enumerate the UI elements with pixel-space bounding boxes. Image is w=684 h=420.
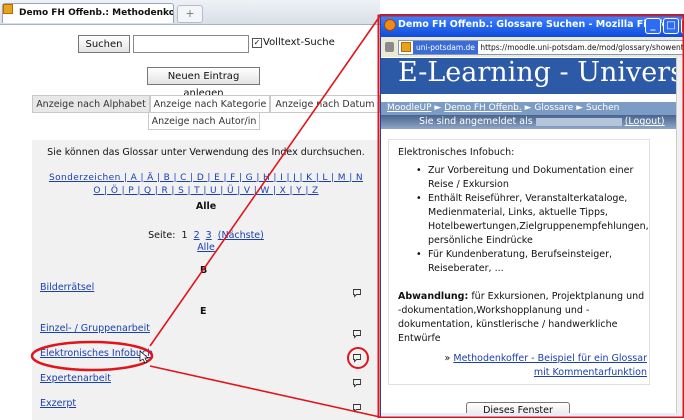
pages-label: Seite: [148,230,176,241]
next-page-link[interactable]: (Nächste) [218,230,264,241]
firefox-icon [384,19,396,31]
breadcrumb-home[interactable]: MoodleUP [387,103,432,113]
comment-icon[interactable] [352,288,362,298]
all-letters-current: Alle [195,201,217,212]
variation-paragraph: Abwandlung: für Exkursionen, Projektplan… [398,290,648,346]
breadcrumb-search: Suchen [586,103,620,113]
fulltext-checkbox[interactable]: ✓ [252,38,262,48]
url-domain-badge: uni-potsdam.de [413,41,478,54]
popup-bottom-edge [381,413,684,418]
letter-links-1[interactable]: Sonderzeichen | A | Ä | B | C | D | E | … [49,173,363,183]
letter-index-row-2[interactable]: O | Ö | P | Q | R | S | T | U | Ü | V | … [32,186,380,196]
login-prefix: Sie sind angemeldet als [419,116,533,127]
list-item: Zur Vorbereitung und Dokumentation einer… [416,164,642,192]
all-pages-link[interactable]: Alle [197,242,215,253]
tab-category[interactable]: Anzeige nach Kategorie [150,95,270,113]
new-entry-button[interactable]: Neuen Eintrag anlegen [147,67,260,99]
pages-all[interactable]: Alle [32,242,380,253]
search-button[interactable]: Suchen [78,35,130,53]
link-arrow: » [444,353,451,364]
variation-label: Abwandlung: [398,291,469,302]
banner-title: E-Learning - Univers [398,57,684,88]
page-3-link[interactable]: 3 [206,230,212,241]
page-2-link[interactable]: 2 [194,230,200,241]
comment-icon[interactable] [352,403,362,413]
tab-date[interactable]: Anzeige nach Datum [270,95,380,113]
example-link-row: » Methodenkoffer - Beispiel für ein Glos… [440,352,647,380]
entry-link-gruppenarbeit[interactable]: Einzel- / Gruppenarbeit [40,323,150,334]
breadcrumb-separator: ► [576,103,584,113]
entry-link-bilderraetsel[interactable]: Bilderrätsel [40,282,94,293]
entry-title: Elektronisches Infobuch: [398,147,515,158]
popup-title: Demo FH Offenb.: Glossare Suchen - Mozil… [398,19,675,30]
breadcrumb: MoodleUP ► Demo FH Offenb. ► Glossare ► … [381,102,684,115]
list-item: Für Kundenberatung, Berufseinsteiger, Re… [416,248,642,276]
tab-alphabet[interactable]: Anzeige nach Alphabet [32,95,150,113]
index-note: Sie können das Glossar unter Verwendung … [47,147,365,158]
breadcrumb-course[interactable]: Demo FH Offenb. [444,103,522,113]
url-text: https://moodle.uni-potsdam.de/mod/glossa… [480,43,684,52]
entry-link-exzerpt[interactable]: Exzerpt [40,398,76,409]
comment-icon[interactable] [352,329,362,339]
new-tab-button[interactable]: + [177,5,203,23]
breadcrumb-separator: ► [434,103,442,113]
maximize-button[interactable]: □ [663,18,679,34]
group-heading-e: E [200,306,207,317]
url-field[interactable]: uni-potsdam.de https://moodle.uni-potsda… [398,40,684,55]
page-1-current: 1 [181,230,188,241]
tab-title: Demo FH Offenb.: Methodenkoffer - ... [19,8,174,18]
logout-link[interactable]: (Logout) [625,116,665,127]
moodle-favicon-icon [3,4,13,14]
tab-author[interactable]: Anzeige nach Autor/in [148,112,260,130]
list-item: Enthält Reiseführer, Veranstalterkatalog… [416,192,649,248]
minimize-button[interactable]: _ [645,18,661,34]
letter-links-2[interactable]: O | Ö | P | Q | R | S | T | U | Ü | V | … [93,186,318,196]
breadcrumb-glossary: Glossare [534,103,574,113]
comment-icon[interactable] [352,353,362,363]
entry-link-expertenarbeit[interactable]: Expertenarbeit [40,373,111,384]
login-info: Sie sind angemeldet als (Logout) [381,115,684,129]
pagination: Seite: 1 2 3 (Nächste) [32,230,380,241]
popup-scrollbar[interactable] [676,57,684,418]
fulltext-label: Volltext-Suche [263,37,335,48]
example-glossary-link[interactable]: Methodenkoffer - Beispiel für ein Glossa… [453,353,647,378]
entry-link-elektronisches-infobuch[interactable]: Elektronisches Infobuch [40,348,153,359]
lock-icon [385,42,394,52]
search-input[interactable] [133,35,249,53]
entry-bullet-list: Zur Vorbereitung und Dokumentation einer… [398,164,649,276]
site-favicon-icon [401,42,411,52]
tab-methodenkoffer[interactable]: Demo FH Offenb.: Methodenkoffer - ... [2,3,174,23]
group-heading-b: B [200,265,208,276]
breadcrumb-separator: ► [524,103,532,113]
comment-icon[interactable] [352,378,362,388]
letter-index-row-1[interactable]: Sonderzeichen | A | Ä | B | C | D | E | … [32,173,380,183]
username-blurred [535,117,622,126]
